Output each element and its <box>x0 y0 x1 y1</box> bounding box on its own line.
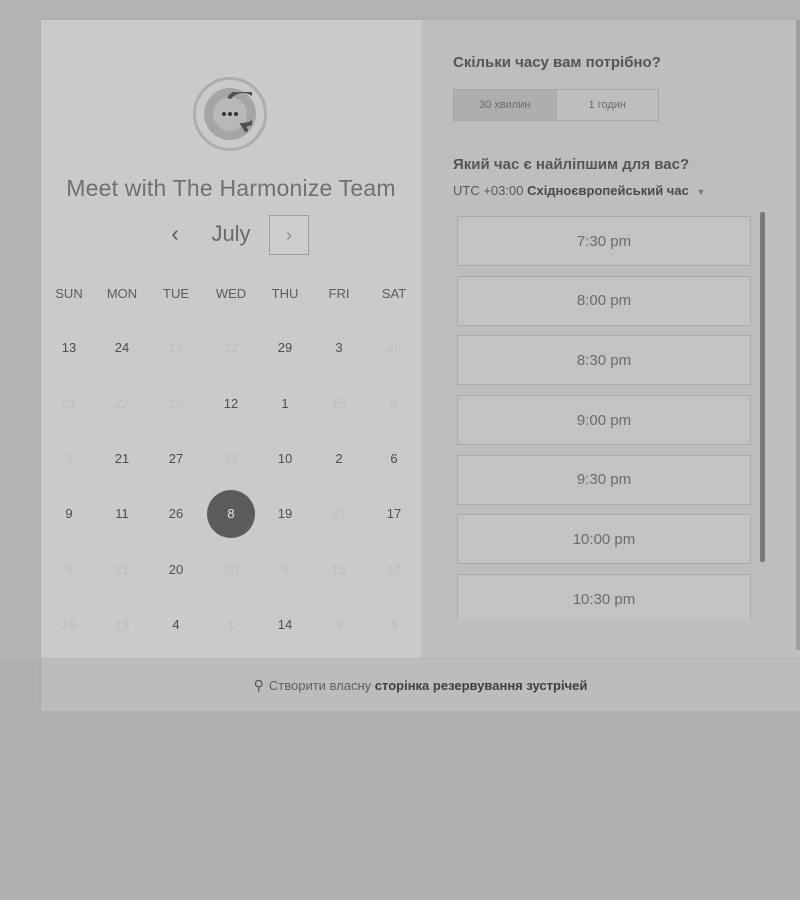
calendar-day[interactable]: 3 <box>317 326 361 370</box>
calendar-day[interactable]: 19 <box>263 492 307 536</box>
duration-question: Скільки часу вам потрібно? <box>453 54 661 71</box>
timezone-selector[interactable]: UTC +03:00 Східноєвропейський час ▼ <box>453 183 705 198</box>
footer: ⚲ Створити власну сторінка резервування … <box>41 658 800 711</box>
calendar-day[interactable]: 4 <box>154 603 198 647</box>
weekday-label: TUE <box>163 286 189 301</box>
timezone-name: Східноєвропейський час <box>527 183 689 198</box>
calendar-day[interactable]: 17 <box>372 492 416 536</box>
calendar-day: 9 <box>65 562 73 577</box>
caret-down-icon: ▼ <box>696 187 706 197</box>
calendar-day: 8 <box>65 451 73 466</box>
time-slot-button[interactable]: 9:00 pm <box>457 395 751 446</box>
time-slot-button[interactable]: 10:00 pm <box>457 514 751 565</box>
calendar-day: 15 <box>331 396 347 411</box>
calendar-day: 21 <box>114 562 130 577</box>
footer-link[interactable]: сторінка резервування зустрічей <box>375 678 588 693</box>
calendar-day[interactable]: 29 <box>263 326 307 370</box>
selected-day[interactable]: 8 <box>207 490 255 538</box>
weekday-label: THU <box>271 286 299 301</box>
calendar-day: 9 <box>335 617 343 632</box>
calendar-day[interactable]: 20 <box>154 548 198 592</box>
calendar-day[interactable]: 27 <box>154 437 198 481</box>
page-title: Meet with The Harmonize Team <box>66 175 396 201</box>
month-label: July <box>211 221 251 246</box>
time-slot-button[interactable]: 10:30 pm <box>457 574 751 620</box>
calendar-day: 21 <box>61 396 77 411</box>
time-slot-button[interactable]: 7:30 pm <box>457 216 751 266</box>
calendar-day: 27 <box>331 506 347 521</box>
calendar-day[interactable]: 24 <box>100 326 144 370</box>
calendar-day: 20 <box>223 562 239 577</box>
time-slot-button[interactable]: 9:30 pm <box>457 454 751 505</box>
calendar-day: 20 <box>386 340 402 355</box>
weekday-label: WED <box>215 286 247 301</box>
calendar-day: 4 <box>390 617 398 632</box>
page-scrollbar[interactable] <box>796 20 800 650</box>
calendar-day[interactable]: 2 <box>317 437 361 481</box>
calendar-day[interactable]: 9 <box>47 492 91 536</box>
weekday-label: SUN <box>55 286 83 301</box>
footer-prefix: Створити власну <box>268 677 372 693</box>
next-month-button[interactable]: › <box>269 215 309 255</box>
duration-1-hour-button[interactable]: 1 годин <box>557 90 659 120</box>
calendar-day: 22 <box>223 340 239 355</box>
calendar-day: 22 <box>114 396 130 411</box>
calendar-day: 28 <box>168 396 184 411</box>
calendar-day: 9 <box>281 562 289 577</box>
calendar-day[interactable]: 1 <box>263 382 307 426</box>
slot-list-scrollbar[interactable] <box>760 212 765 562</box>
magic-wand-icon: ⚲ <box>253 676 264 693</box>
month-navigation: ‹ July › <box>41 215 421 255</box>
calendar-day: 31 <box>223 451 239 466</box>
weekday-label: FRI <box>328 286 350 301</box>
calendar-day: 19 <box>61 617 77 632</box>
calendar-day: 18 <box>331 562 347 577</box>
team-avatar <box>193 77 267 151</box>
calendar-day[interactable]: 12 <box>209 382 253 426</box>
calendar-day: 8 <box>390 396 398 411</box>
calendar-day: 1 <box>227 617 235 632</box>
time-slot-button[interactable]: 8:30 pm <box>457 335 751 386</box>
weekday-label: SAT <box>381 286 407 301</box>
calendar-day[interactable]: 11 <box>100 492 144 536</box>
time-selection-panel: Скільки часу вам потрібно? 30 хвилин 1 г… <box>421 20 800 658</box>
calendar-day[interactable]: 13 <box>47 326 91 370</box>
weekday-label: MON <box>106 286 138 301</box>
time-slot-button[interactable]: 8:00 pm <box>457 275 751 326</box>
calendar-day[interactable]: 26 <box>154 492 198 536</box>
time-slot-list: 7:30 pm 8:00 pm 8:30 pm 9:00 pm 9:30 pm 10:00… <box>457 216 753 620</box>
calendar-day: 19 <box>168 340 184 355</box>
timezone-offset: UTC +03:00 <box>453 183 524 198</box>
duration-30-min-button[interactable]: 30 хвилин <box>454 90 557 120</box>
chat-bubble-icon <box>204 88 256 140</box>
calendar-day: 17 <box>386 562 402 577</box>
calendar-day[interactable]: 14 <box>263 603 307 647</box>
calendar-day: 13 <box>114 617 130 632</box>
calendar-day[interactable]: 21 <box>100 437 144 481</box>
calendar-day[interactable]: 6 <box>372 437 416 481</box>
duration-toggle: 30 хвилин 1 годин <box>453 89 659 121</box>
calendar-panel: Meet with The Harmonize Team ‹ July › SU… <box>41 20 421 658</box>
calendar-day[interactable]: 10 <box>263 437 307 481</box>
previous-month-button[interactable]: ‹ <box>163 219 187 249</box>
meetings-widget: Meet with The Harmonize Team ‹ July › SU… <box>41 20 800 711</box>
time-question: Який час є найліпшим для вас? <box>453 156 690 173</box>
